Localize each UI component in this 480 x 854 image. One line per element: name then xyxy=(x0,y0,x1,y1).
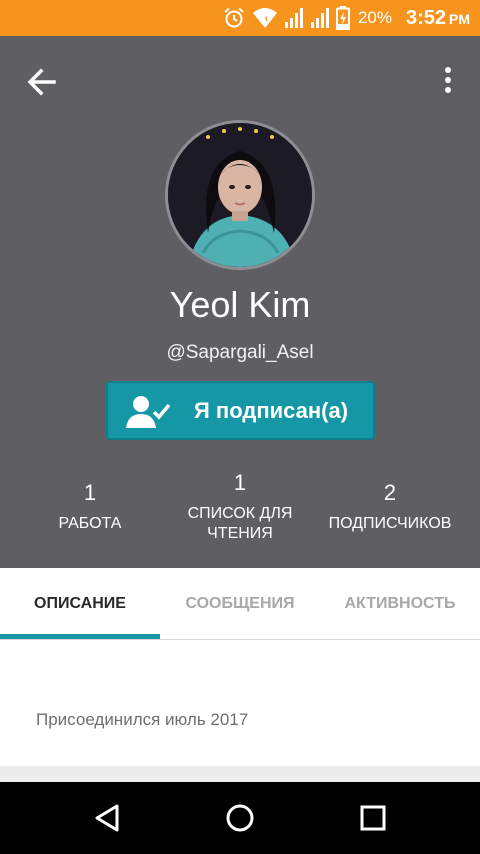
avatar-photo xyxy=(168,123,312,267)
more-vertical-icon xyxy=(445,67,451,93)
clock: 3:52 PM xyxy=(406,7,470,30)
following-button[interactable]: Я подписан(а) xyxy=(106,381,375,440)
back-button[interactable] xyxy=(24,64,60,100)
navigation-bar xyxy=(0,782,480,854)
tab-about[interactable]: ОПИСАНИЕ xyxy=(0,568,160,640)
nav-recents-button[interactable] xyxy=(355,800,391,836)
status-bar: 20% 3:52 PM xyxy=(0,0,480,36)
stat-reading-lists[interactable]: 1 СПИСОК ДЛЯ ЧТЕНИЯ xyxy=(170,470,310,544)
active-tab-indicator xyxy=(0,634,160,639)
tab-messages[interactable]: СООБЩЕНИЯ xyxy=(160,568,320,640)
status-icons: 20% 3:52 PM xyxy=(222,0,470,36)
circle-home-icon xyxy=(226,804,254,832)
joined-date: Присоединился июль 2017 xyxy=(36,710,249,729)
profile-tabs: ОПИСАНИЕ СООБЩЕНИЯ АКТИВНОСТЬ xyxy=(0,568,480,640)
square-recents-icon xyxy=(360,805,386,831)
clock-time: 3:52 xyxy=(405,6,446,29)
more-options-button[interactable] xyxy=(438,62,458,102)
stat-reading-lists-label-line1: СПИСОК ДЛЯ xyxy=(187,505,293,522)
stat-works[interactable]: 1 РАБОТА xyxy=(30,480,150,534)
content-divider xyxy=(0,766,480,782)
alarm-icon xyxy=(224,7,244,28)
battery-charging-icon xyxy=(335,6,350,30)
signal-icon xyxy=(284,8,303,28)
signal-icon xyxy=(310,8,329,28)
wifi-icon xyxy=(252,8,277,28)
stat-reading-lists-count: 1 xyxy=(233,470,247,495)
stat-works-count: 1 xyxy=(83,480,97,505)
tab-activity[interactable]: АКТИВНОСТЬ xyxy=(320,568,480,640)
nav-back-button[interactable] xyxy=(90,800,126,836)
back-arrow-icon xyxy=(27,68,56,96)
profile-avatar[interactable] xyxy=(165,120,315,270)
stat-works-label: РАБОТА xyxy=(58,515,122,532)
about-section: Присоединился июль 2017 xyxy=(0,641,480,766)
stat-reading-lists-label: СПИСОК ДЛЯ ЧТЕНИЯ xyxy=(170,504,310,544)
clock-ampm: PM xyxy=(449,10,470,27)
profile-header: Yeol Kim @Sapargali_Asel Я подписан(а) 1… xyxy=(0,36,480,568)
nav-home-button[interactable] xyxy=(222,800,258,836)
stat-followers[interactable]: 2 ПОДПИСЧИКОВ xyxy=(315,480,465,534)
stat-reading-lists-label-line2: ЧТЕНИЯ xyxy=(207,525,273,542)
display-name: Yeol Kim xyxy=(169,284,311,325)
username: @Sapargali_Asel xyxy=(166,342,314,363)
stat-followers-label: ПОДПИСЧИКОВ xyxy=(328,515,452,532)
following-button-label: Я подписан(а) xyxy=(194,397,349,423)
battery-percentage: 20% xyxy=(357,8,392,27)
triangle-back-icon xyxy=(95,804,119,832)
user-check-icon xyxy=(126,395,171,428)
stat-followers-count: 2 xyxy=(383,480,397,505)
